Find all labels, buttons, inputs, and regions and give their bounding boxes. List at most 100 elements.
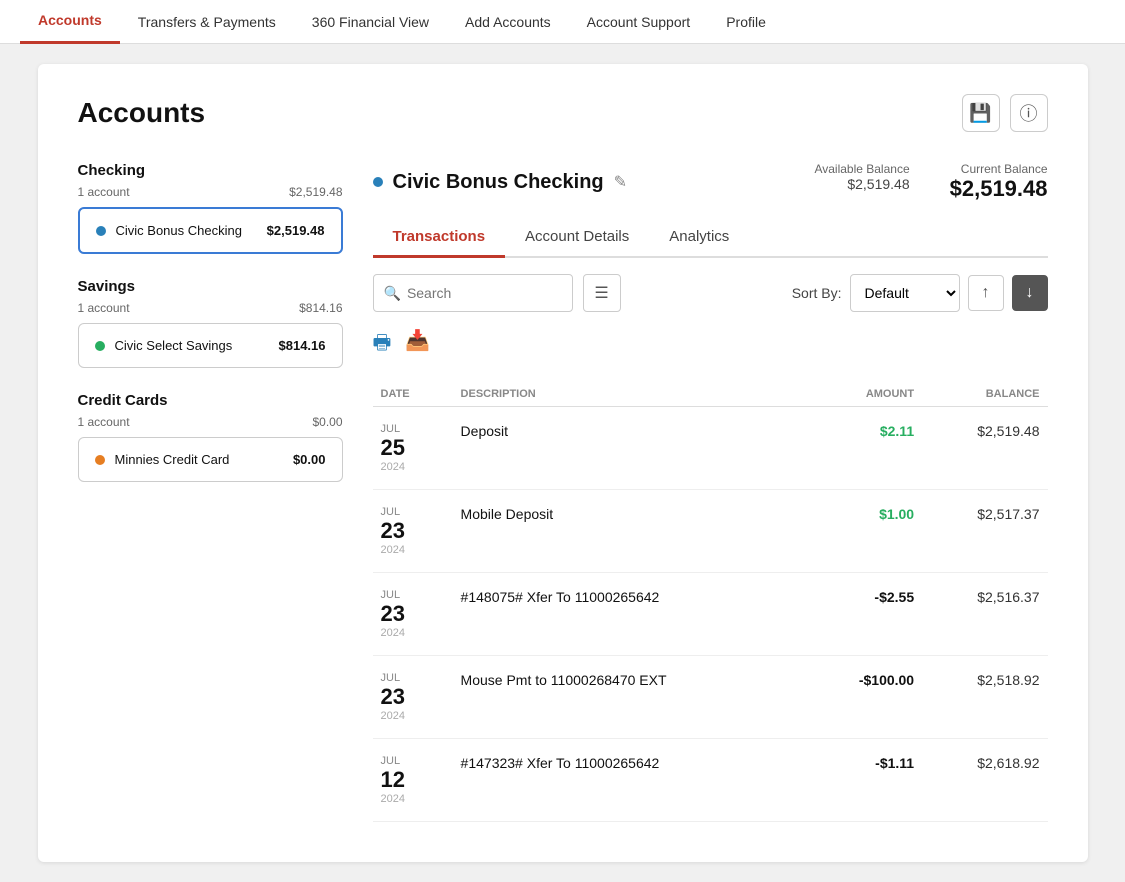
nav-transfers[interactable]: Transfers & Payments <box>120 0 294 44</box>
balance-cell: $2,516.37 <box>922 573 1047 656</box>
date-day: 12 <box>381 767 445 793</box>
date-year: 2024 <box>381 461 445 473</box>
balance-section: Available Balance $2,519.48 Current Bala… <box>814 162 1047 202</box>
col-date: Date <box>373 382 453 407</box>
savings-account-name: Civic Select Savings <box>115 338 233 353</box>
date-year: 2024 <box>381 544 445 556</box>
available-balance-block: Available Balance $2,519.48 <box>814 162 909 202</box>
savings-group-header: Savings <box>78 278 343 295</box>
savings-count: 1 account <box>78 301 130 315</box>
col-amount: Amount <box>808 382 922 407</box>
help-icon: ⓘ <box>1020 100 1038 126</box>
page-header: Accounts 💾 ⓘ <box>78 94 1048 132</box>
tab-analytics[interactable]: Analytics <box>649 218 749 258</box>
checking-dot <box>96 226 106 236</box>
savings-group: Savings 1 account $814.16 Civic Select S… <box>78 278 343 368</box>
date-year: 2024 <box>381 710 445 722</box>
tab-account-details[interactable]: Account Details <box>505 218 649 258</box>
table-row[interactable]: JUL 12 2024 #147323# Xfer To 11000265642… <box>373 739 1048 822</box>
header-icons: 💾 ⓘ <box>962 94 1048 132</box>
credit-cards-count: 1 account <box>78 415 130 429</box>
description-cell: Deposit <box>453 407 808 490</box>
date-cell: JUL 23 2024 <box>373 573 453 656</box>
description-cell: Mouse Pmt to 11000268470 EXT <box>453 656 808 739</box>
credit-card-account-card[interactable]: Minnies Credit Card $0.00 <box>78 437 343 482</box>
download-icon: 💾 <box>969 103 991 124</box>
sort-desc-button[interactable]: ↓ <box>1012 275 1048 311</box>
search-input[interactable] <box>407 285 562 301</box>
date-month: JUL <box>381 506 445 518</box>
amount-cell: -$1.11 <box>808 739 922 822</box>
col-balance: Balance <box>922 382 1047 407</box>
search-icon: 🔍 <box>384 285 401 302</box>
sort-section: Sort By: Default ↑ ↓ <box>792 274 1048 312</box>
current-balance-block: Current Balance $2,519.48 <box>950 162 1048 202</box>
date-cell: JUL 23 2024 <box>373 656 453 739</box>
tab-transactions[interactable]: Transactions <box>373 218 506 258</box>
page-title: Accounts <box>78 97 206 129</box>
table-row[interactable]: JUL 23 2024 Mouse Pmt to 11000268470 EXT… <box>373 656 1048 739</box>
col-description: Description <box>453 382 808 407</box>
credit-card-dot <box>95 455 105 465</box>
detail-account-dot <box>373 177 383 187</box>
checking-account-card[interactable]: Civic Bonus Checking $2,519.48 <box>78 207 343 254</box>
credit-cards-group: Credit Cards 1 account $0.00 Minnies Cre… <box>78 392 343 482</box>
print-icon[interactable]: 🖶 <box>373 328 392 362</box>
main-nav: Accounts Transfers & Payments 360 Financ… <box>0 0 1125 44</box>
savings-group-sub: 1 account $814.16 <box>78 301 343 315</box>
current-balance-amount: $2,519.48 <box>950 176 1048 202</box>
checking-total: $2,519.48 <box>289 185 342 199</box>
credit-card-account-name: Minnies Credit Card <box>115 452 230 467</box>
checking-account-name: Civic Bonus Checking <box>116 223 242 238</box>
nav-account-support[interactable]: Account Support <box>569 0 709 44</box>
description-cell: Mobile Deposit <box>453 490 808 573</box>
credit-card-account-balance: $0.00 <box>293 452 326 467</box>
checking-count: 1 account <box>78 185 130 199</box>
date-cell: JUL 12 2024 <box>373 739 453 822</box>
export-icon[interactable]: 📥 <box>405 328 430 362</box>
date-month: JUL <box>381 672 445 684</box>
amount-cell: -$100.00 <box>808 656 922 739</box>
balance-cell: $2,519.48 <box>922 407 1047 490</box>
checking-group-header: Checking <box>78 162 343 179</box>
transactions-table: Date Description Amount Balance JUL 25 2… <box>373 382 1048 822</box>
date-cell: JUL 23 2024 <box>373 490 453 573</box>
download-icon-btn[interactable]: 💾 <box>962 94 1000 132</box>
date-cell: JUL 25 2024 <box>373 407 453 490</box>
transactions-toolbar: 🔍 ☰ Sort By: Default ↑ ↓ <box>373 274 1048 312</box>
amount-cell: $1.00 <box>808 490 922 573</box>
savings-group-name: Savings <box>78 278 136 295</box>
table-row[interactable]: JUL 23 2024 Mobile Deposit $1.00 $2,517.… <box>373 490 1048 573</box>
savings-total: $814.16 <box>299 301 342 315</box>
sort-label: Sort By: <box>792 285 842 301</box>
nav-accounts[interactable]: Accounts <box>20 0 120 44</box>
help-icon-btn[interactable]: ⓘ <box>1010 94 1048 132</box>
checking-group-name: Checking <box>78 162 146 179</box>
date-year: 2024 <box>381 793 445 805</box>
nav-profile[interactable]: Profile <box>708 0 784 44</box>
savings-dot <box>95 341 105 351</box>
available-balance-amount: $2,519.48 <box>814 176 909 192</box>
amount-cell: $2.11 <box>808 407 922 490</box>
nav-360[interactable]: 360 Financial View <box>294 0 447 44</box>
search-box[interactable]: 🔍 <box>373 274 573 312</box>
main-container: Accounts 💾 ⓘ Checking 1 account $2,519.4… <box>38 64 1088 862</box>
sort-select[interactable]: Default <box>850 274 960 312</box>
sort-asc-button[interactable]: ↑ <box>968 275 1004 311</box>
filter-button[interactable]: ☰ <box>583 274 621 312</box>
account-detail-header: Civic Bonus Checking ✎ Available Balance… <box>373 162 1048 202</box>
table-row[interactable]: JUL 23 2024 #148075# Xfer To 11000265642… <box>373 573 1048 656</box>
balance-cell: $2,518.92 <box>922 656 1047 739</box>
balance-cell: $2,618.92 <box>922 739 1047 822</box>
table-row[interactable]: JUL 25 2024 Deposit $2.11 $2,519.48 <box>373 407 1048 490</box>
description-cell: #148075# Xfer To 11000265642 <box>453 573 808 656</box>
date-month: JUL <box>381 423 445 435</box>
filter-icon: ☰ <box>594 283 608 303</box>
account-name-section: Civic Bonus Checking ✎ <box>373 171 628 194</box>
credit-cards-group-sub: 1 account $0.00 <box>78 415 343 429</box>
credit-cards-total: $0.00 <box>312 415 342 429</box>
nav-add-accounts[interactable]: Add Accounts <box>447 0 569 44</box>
balance-cell: $2,517.37 <box>922 490 1047 573</box>
savings-account-card[interactable]: Civic Select Savings $814.16 <box>78 323 343 368</box>
edit-account-name-icon[interactable]: ✎ <box>614 172 627 192</box>
